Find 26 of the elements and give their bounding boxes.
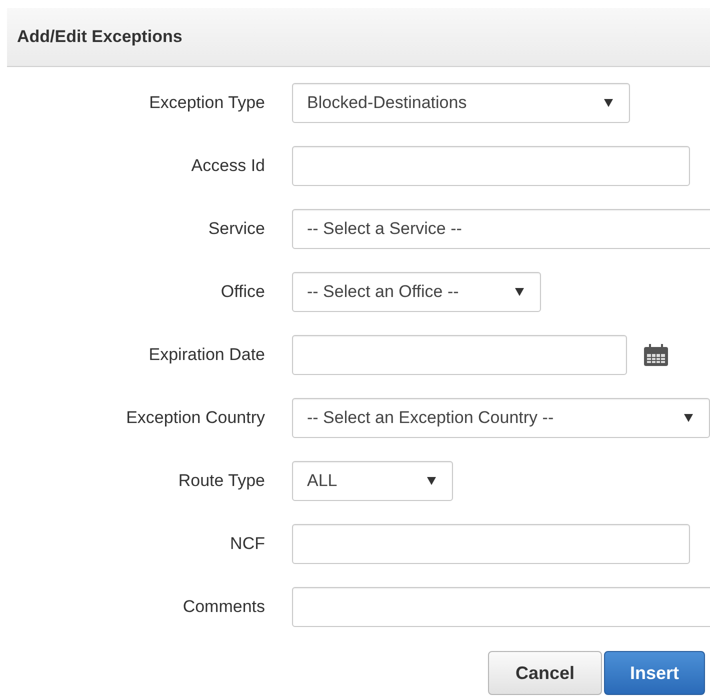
field-label: Exception Type [149,92,265,114]
dropdown-arrow-icon [515,288,524,296]
field-label: Route Type [178,470,265,492]
dropdown-arrow-icon [427,476,436,484]
dropdown[interactable]: -- Select an Exception Country -- [292,398,710,438]
dropdown[interactable]: -- Select an Office -- [292,272,541,312]
field-label: Access Id [191,154,265,177]
field-label: Service [208,218,265,240]
date-field[interactable] [292,334,627,374]
input-field[interactable] [292,586,710,626]
dropdown[interactable]: Blocked-Destinations [292,82,630,122]
dropdown-arrow-icon [604,98,613,106]
panel-title: Add/Edit Exceptions [17,26,182,48]
field-label: Expiration Date [148,344,265,366]
dropdown[interactable]: -- Select a Service -- [292,208,710,248]
insert-button[interactable]: Insert [604,651,705,695]
dropdown-arrow-icon [684,414,693,422]
dropdown[interactable]: ALL [292,460,453,500]
field-label: NCF [230,532,265,555]
field-label: Exception Country [126,406,265,429]
field-label: Comments [182,596,265,618]
cancel-button[interactable]: Cancel [488,651,602,695]
input-field[interactable] [292,524,690,564]
input-field[interactable] [292,146,690,186]
field-label: Office [220,280,265,303]
calendar-icon[interactable] [643,342,669,366]
